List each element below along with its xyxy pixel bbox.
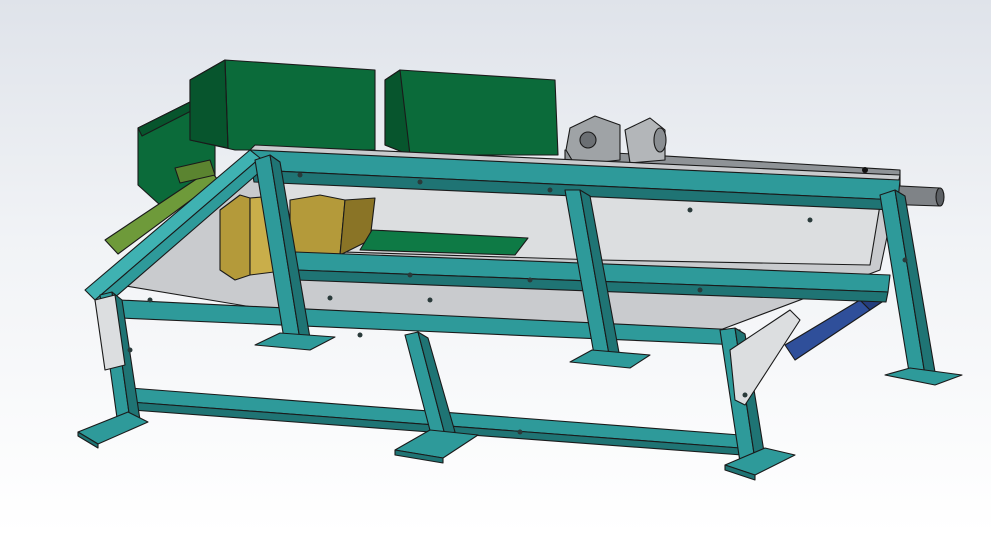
grey-bracket-right — [729, 309, 801, 406]
foot-center-front — [394, 429, 479, 464]
foot-left — [77, 411, 149, 449]
motor-box-right[interactable] — [384, 69, 559, 156]
foot-right-back — [884, 367, 963, 386]
motor-box-left[interactable] — [189, 59, 376, 151]
cad-viewport[interactable] — [0, 0, 991, 534]
conveyor-frame-model[interactable] — [0, 0, 991, 534]
